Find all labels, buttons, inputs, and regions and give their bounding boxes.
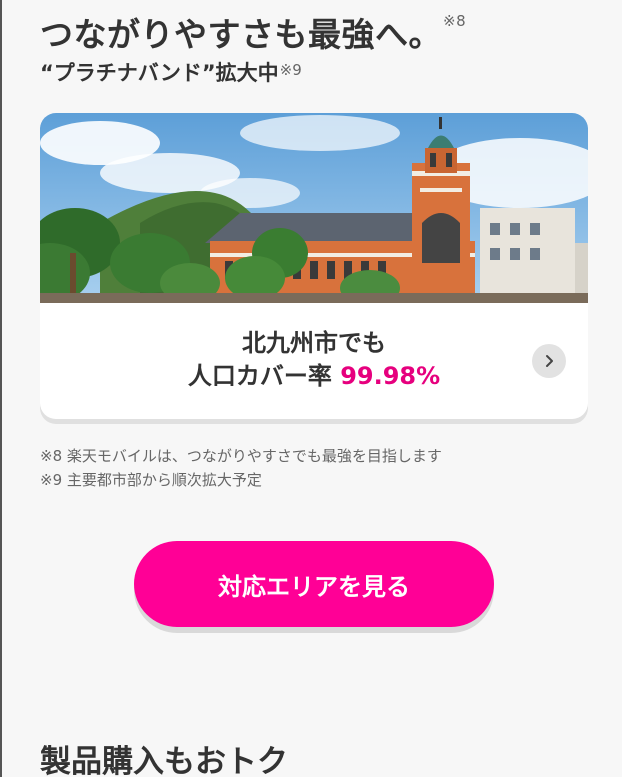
headline-note-ref: ※8 (443, 12, 467, 30)
subhead-text: “プラチナバンド”拡大中 (40, 61, 279, 85)
section-title-product-purchase: 製品購入もおトク (40, 744, 288, 777)
page-headline: つながりやすさも最強へ。※8 (40, 8, 466, 56)
coverage-line1: 北九州市でも (242, 329, 386, 357)
footnote-9: ※9 主要都市部から順次拡大予定 (40, 471, 262, 489)
coverage-line2: 人口カバー率 99.98% (40, 360, 588, 393)
page-subheading: “プラチナバンド”拡大中※9 (40, 57, 302, 87)
footnote-8: ※8 楽天モバイルは、つながりやすさでも最強を目指します (40, 447, 442, 465)
coverage-label: 人口カバー率 (187, 362, 341, 390)
card-arrow-button[interactable] (532, 344, 566, 378)
coverage-rate: 99.98% (340, 362, 441, 390)
coverage-text: 北九州市でも 人口カバー率 99.98% (40, 327, 588, 393)
chevron-right-icon (546, 355, 553, 367)
page: つながりやすさも最強へ。※8 “プラチナバンド”拡大中※9 北九州市でも 人口カ… (0, 0, 622, 777)
view-coverage-area-button[interactable]: 対応エリアを見る (134, 541, 494, 627)
headline-text: つながりやすさも最強へ。 (40, 15, 442, 54)
subhead-note-ref: ※9 (279, 61, 302, 79)
footnotes: ※8 楽天モバイルは、つながりやすさでも最強を目指します ※9 主要都市部から順… (40, 444, 442, 492)
coverage-card[interactable]: 北九州市でも 人口カバー率 99.98% (40, 113, 588, 419)
kitakyushu-building-photo (40, 113, 588, 303)
